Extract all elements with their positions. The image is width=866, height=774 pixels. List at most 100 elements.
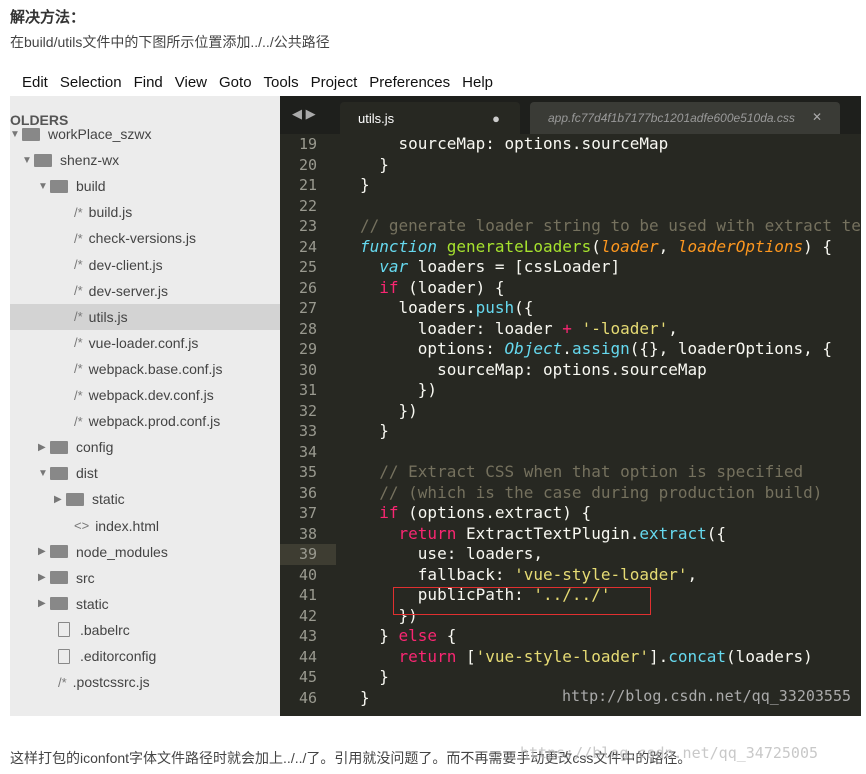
- sidebar-item-label: build: [76, 178, 106, 195]
- chevron-right-icon[interactable]: ▶: [38, 598, 50, 609]
- sidebar-item[interactable]: /* check-versions.js: [10, 225, 280, 251]
- code-line: return ExtractTextPlugin.extract({: [360, 523, 727, 545]
- folder-icon: [22, 127, 40, 141]
- code-token: // Extract CSS when that option is speci…: [360, 462, 804, 481]
- sidebar-item[interactable]: /* webpack.base.conf.js: [10, 356, 280, 382]
- code-token: fallback:: [360, 564, 515, 584]
- chevron-right-icon[interactable]: ▶: [38, 546, 50, 557]
- sidebar-item[interactable]: /* utils.js: [10, 303, 280, 330]
- code-token: +: [562, 318, 572, 338]
- chevron-down-icon[interactable]: ▼: [38, 181, 50, 192]
- tab-nav-arrows-icon[interactable]: ◀ ▶: [292, 106, 316, 122]
- sidebar-item-label: config: [76, 439, 114, 456]
- line-number: 20: [298, 155, 317, 174]
- line-number: 31: [298, 381, 317, 399]
- menu-item-help[interactable]: Help: [462, 74, 493, 96]
- sidebar-item[interactable]: ▼ dist: [10, 460, 280, 486]
- js-file-icon: /*: [74, 257, 83, 272]
- code-line: // (which is the case during production …: [360, 483, 822, 504]
- sidebar-item[interactable]: /* webpack.dev.conf.js: [10, 382, 280, 408]
- line-number: 30: [298, 360, 317, 379]
- sidebar-item-label: webpack.prod.conf.js: [88, 413, 221, 430]
- menu-item-selection[interactable]: Selection: [60, 74, 122, 96]
- sidebar-item[interactable]: /* .postcssrc.js: [10, 669, 280, 695]
- sidebar-item[interactable]: .babelrc: [10, 617, 280, 643]
- sidebar-item-label: static: [76, 595, 109, 612]
- code-line: function generateLoaders(loader, loaderO…: [360, 237, 832, 258]
- sidebar-item[interactable]: /* dev-server.js: [10, 278, 280, 304]
- chevron-right-icon[interactable]: ▶: [54, 494, 66, 505]
- sidebar-item[interactable]: /* webpack.prod.conf.js: [10, 408, 280, 434]
- menu-item-preferences[interactable]: Preferences: [369, 74, 450, 96]
- sidebar-item[interactable]: /* vue-loader.conf.js: [10, 330, 280, 356]
- chevron-down-icon[interactable]: ▼: [38, 468, 50, 479]
- folder-icon: [50, 440, 68, 454]
- chevron-down-icon[interactable]: ▼: [10, 129, 22, 140]
- code-line: }): [360, 380, 437, 401]
- line-number: 25: [298, 258, 317, 276]
- sidebar-item[interactable]: /* build.js: [10, 199, 280, 225]
- tab-label: utils.js: [358, 111, 395, 126]
- sidebar-item[interactable]: ▼ shenz-wx: [10, 147, 280, 173]
- code-token: ({: [514, 298, 534, 317]
- code-line: }: [360, 421, 389, 442]
- folder-icon: [50, 466, 68, 480]
- sidebar-item[interactable]: ▼ workPlace_szwx: [10, 121, 280, 147]
- sidebar-item[interactable]: ▶ static: [10, 591, 280, 617]
- code-token: concat: [668, 646, 727, 666]
- code-token: if: [379, 277, 399, 297]
- menu-item-tools[interactable]: Tools: [264, 74, 299, 96]
- code-line: if (options.extract) {: [360, 503, 591, 524]
- menu-item-find[interactable]: Find: [134, 74, 163, 96]
- file-icon: [58, 622, 70, 638]
- code-line: // Extract CSS when that option is speci…: [360, 462, 803, 483]
- tab-utils-js[interactable]: utils.js ●: [340, 102, 520, 134]
- code-token: sourceMap: options.sourceMap: [360, 134, 669, 153]
- code-token: }: [360, 421, 389, 440]
- line-number: 38: [298, 524, 317, 543]
- code-token: ExtractTextPlugin.: [456, 523, 640, 543]
- chevron-down-icon[interactable]: ▼: [22, 155, 34, 166]
- code-token: ,: [658, 236, 678, 256]
- code-token: use: loaders,: [360, 544, 544, 563]
- modified-dot-icon: ●: [492, 111, 500, 126]
- code-line: options: Object.assign({}, loaderOptions…: [360, 339, 832, 360]
- chevron-right-icon[interactable]: ▶: [38, 442, 50, 453]
- js-file-icon: /*: [74, 204, 83, 220]
- sidebar-item[interactable]: ▼ build: [10, 173, 280, 199]
- sidebar-item[interactable]: /* dev-client.js: [10, 252, 280, 278]
- sidebar-item-label: .babelrc: [80, 621, 130, 638]
- code-token: var: [379, 257, 409, 276]
- tab-app-css[interactable]: app.fc77d4f1b7177bc1201adfe600e510da.css…: [530, 102, 840, 134]
- highlight-box: [393, 587, 651, 615]
- code-line: sourceMap: options.sourceMap: [360, 134, 669, 155]
- sidebar-item-label: src: [76, 569, 95, 586]
- line-number: 34: [298, 442, 317, 461]
- line-number: 45: [298, 668, 317, 686]
- code-token: loaders = [cssLoader]: [408, 257, 621, 276]
- editor[interactable]: ◀ ▶ utils.js ● app.fc77d4f1b7177bc1201adf…: [280, 96, 861, 716]
- close-icon[interactable]: ✕: [812, 110, 822, 124]
- code-token: 'vue-style-loader': [514, 564, 688, 584]
- file-icon: [58, 648, 70, 664]
- menu-item-goto[interactable]: Goto: [219, 74, 252, 96]
- menu-item-edit[interactable]: Edit: [22, 74, 48, 96]
- sidebar-item[interactable]: ▶ config: [10, 434, 280, 460]
- sidebar-item[interactable]: ▶ node_modules: [10, 539, 280, 565]
- sidebar-item-label: webpack.base.conf.js: [88, 360, 223, 377]
- sidebar-item[interactable]: <> index.html: [10, 513, 280, 539]
- folder-icon: [50, 545, 68, 559]
- sidebar-item[interactable]: .editorconfig: [10, 643, 280, 669]
- js-file-icon: /*: [74, 283, 83, 299]
- code-token: function: [360, 236, 438, 256]
- sidebar-item-label: vue-loader.conf.js: [88, 334, 199, 351]
- line-number: 44: [298, 647, 317, 666]
- menu-item-view[interactable]: View: [175, 74, 207, 96]
- chevron-right-icon[interactable]: ▶: [38, 572, 50, 583]
- sidebar-item[interactable]: ▶ static: [10, 486, 280, 512]
- code-token: (loaders): [726, 646, 813, 666]
- code-line: }: [360, 688, 370, 709]
- menu-item-project[interactable]: Project: [311, 74, 358, 96]
- sidebar-item[interactable]: ▶ src: [10, 565, 280, 591]
